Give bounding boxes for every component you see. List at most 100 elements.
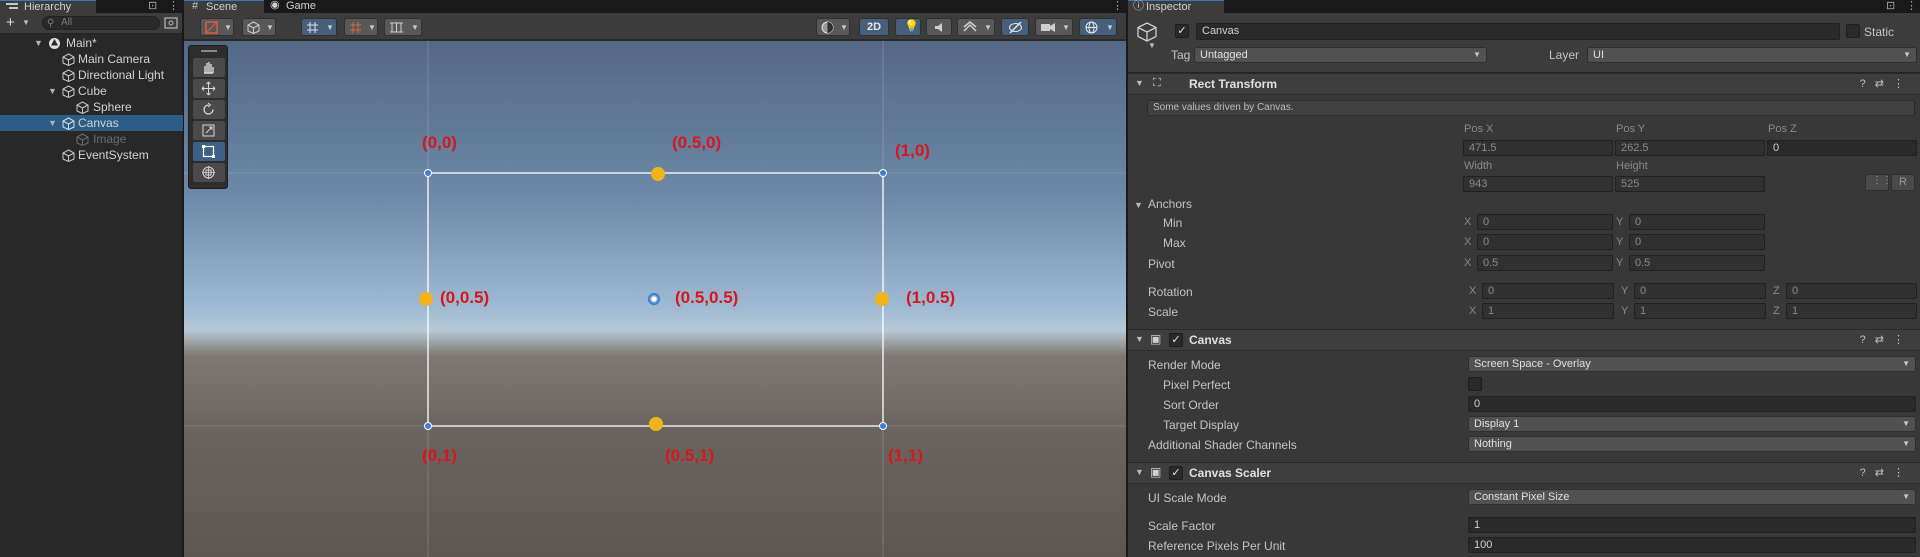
height-field[interactable]: 525 xyxy=(1615,176,1765,192)
tab-game[interactable]: ◉ Game xyxy=(266,0,346,13)
shader-channels-dropdown[interactable]: Nothing ▼ xyxy=(1468,436,1916,452)
scale-tool-button[interactable] xyxy=(193,121,225,140)
transform-tool-button[interactable] xyxy=(193,163,225,182)
rotation-y-field[interactable]: 0 xyxy=(1634,283,1766,299)
fold-arrow-icon[interactable]: ▼ xyxy=(1135,334,1144,344)
target-display-dropdown[interactable]: Display 1 ▼ xyxy=(1468,416,1916,432)
object-name-field[interactable]: Canvas xyxy=(1196,23,1840,40)
more-menu-icon[interactable]: ⋮ xyxy=(1112,0,1123,12)
canvas-component-header[interactable]: ▼ ▣ ✓ Canvas ?⇄⋮ xyxy=(1128,329,1920,351)
tab-inspector[interactable]: ⓘ Inspector xyxy=(1128,0,1224,13)
rect-tool-button[interactable] xyxy=(193,142,225,161)
static-checkbox[interactable] xyxy=(1846,24,1860,38)
fold-arrow-icon[interactable]: ▼ xyxy=(34,35,43,51)
pivot-y-field[interactable]: 0.5 xyxy=(1629,255,1765,271)
anchor-min-x-field[interactable]: 0 xyxy=(1477,214,1613,230)
anchor-max-x-field[interactable]: 0 xyxy=(1477,234,1613,250)
scene-viewport[interactable]: (0,0) (0.5,0) (1,0) (0,0.5) (0.5,0.5) (1… xyxy=(184,41,1126,557)
corner-handle-bottom-right[interactable] xyxy=(879,422,887,430)
sort-order-field[interactable]: 0 xyxy=(1468,396,1916,412)
blueprint-mode-button[interactable]: ⋮⋮ xyxy=(1865,174,1892,191)
search-input[interactable]: ⚲ All xyxy=(42,16,160,30)
corner-handle-top-left[interactable] xyxy=(424,169,432,177)
gizmos-button[interactable]: ▼ xyxy=(1079,18,1117,36)
pos-y-field[interactable]: 262.5 xyxy=(1615,140,1765,156)
edge-handle-top[interactable] xyxy=(651,167,665,181)
rect-transform-header[interactable]: ▼ ⛶ Rect Transform ?⇄⋮ xyxy=(1128,73,1920,95)
tree-item-canvas[interactable]: ▼ Canvas xyxy=(0,115,183,131)
fold-arrow-icon[interactable]: ▼ xyxy=(48,115,57,131)
ui-scale-mode-dropdown[interactable]: Constant Pixel Size ▼ xyxy=(1468,489,1916,505)
effects-toggle[interactable]: ▼ xyxy=(957,18,995,36)
active-checkbox[interactable]: ✓ xyxy=(1175,24,1189,38)
edge-handle-bottom[interactable] xyxy=(649,417,663,431)
more-menu-icon[interactable]: ⋮ xyxy=(168,0,179,12)
move-tool-button[interactable] xyxy=(193,79,225,98)
component-actions[interactable]: ?⇄⋮ xyxy=(1860,466,1913,479)
render-mode-dropdown[interactable]: Screen Space - Overlay ▼ xyxy=(1468,356,1916,372)
palette-drag-handle[interactable] xyxy=(201,50,217,52)
pos-x-field[interactable]: 471.5 xyxy=(1463,140,1613,156)
component-actions[interactable]: ?⇄⋮ xyxy=(1860,77,1913,90)
tag-dropdown[interactable]: Untagged ▼ xyxy=(1194,47,1487,63)
scale-x-field[interactable]: 1 xyxy=(1482,303,1614,319)
scale-y-field[interactable]: 1 xyxy=(1634,303,1766,319)
fold-arrow-icon[interactable]: ▼ xyxy=(48,83,57,99)
rotation-x-field[interactable]: 0 xyxy=(1482,283,1614,299)
pos-z-field[interactable]: 0 xyxy=(1767,140,1917,156)
width-field[interactable]: 943 xyxy=(1463,176,1613,192)
edge-handle-right[interactable] xyxy=(875,292,889,306)
grid-visibility-button[interactable]: ▼ xyxy=(384,18,422,36)
chevron-down-icon[interactable]: ▼ xyxy=(1148,41,1156,50)
fold-arrow-icon[interactable]: ▼ xyxy=(1135,467,1144,477)
audio-toggle[interactable] xyxy=(926,18,952,36)
pivot-x-field[interactable]: 0.5 xyxy=(1477,255,1613,271)
lighting-toggle[interactable]: 💡 xyxy=(895,18,921,36)
draw-mode-button[interactable]: ▼ xyxy=(200,18,234,36)
canvas-enabled-checkbox[interactable]: ✓ xyxy=(1169,333,1183,347)
camera-button[interactable]: ▼ xyxy=(1035,18,1073,36)
mode-2d-button[interactable]: 2D xyxy=(859,18,889,36)
tree-item-main[interactable]: ▼ Main* xyxy=(0,35,183,51)
tree-item-eventsystem[interactable]: EventSystem xyxy=(0,147,183,163)
tab-scene[interactable]: # Scene xyxy=(184,0,264,13)
anchor-max-y-field[interactable]: 0 xyxy=(1629,234,1765,250)
tab-hierarchy[interactable]: Hierarchy xyxy=(0,0,96,13)
tree-item-cube[interactable]: ▼ Cube xyxy=(0,83,183,99)
chevron-down-icon[interactable]: ▼ xyxy=(22,18,30,27)
rotation-z-field[interactable]: 0 xyxy=(1786,283,1917,299)
filter-icon[interactable] xyxy=(164,16,178,30)
lock-icon[interactable]: ⊡ xyxy=(1886,0,1895,12)
grid-snap-button[interactable]: ▼ xyxy=(301,18,337,36)
more-menu-icon[interactable]: ⋮ xyxy=(1906,0,1917,12)
anchor-max-label: Max xyxy=(1163,236,1186,250)
increment-snap-button[interactable]: ▼ xyxy=(344,18,378,36)
pixel-perfect-checkbox[interactable] xyxy=(1468,377,1482,391)
scale-factor-field[interactable]: 1 xyxy=(1468,517,1916,533)
corner-handle-top-right[interactable] xyxy=(879,169,887,177)
raw-edit-button[interactable]: R xyxy=(1891,174,1915,191)
rotate-tool-button[interactable] xyxy=(193,100,225,119)
layer-dropdown[interactable]: UI ▼ xyxy=(1587,47,1917,63)
tree-item-main-camera[interactable]: Main Camera xyxy=(0,51,183,67)
component-actions[interactable]: ?⇄⋮ xyxy=(1860,333,1913,346)
shading-button[interactable]: ▼ xyxy=(816,18,850,36)
edge-handle-left[interactable] xyxy=(419,292,433,306)
ref-ppu-field[interactable]: 100 xyxy=(1468,537,1916,553)
corner-handle-bottom-left[interactable] xyxy=(424,422,432,430)
anchor-min-y-field[interactable]: 0 xyxy=(1629,214,1765,230)
fold-arrow-icon[interactable]: ▼ xyxy=(1134,200,1143,210)
render-mode-button[interactable]: ▼ xyxy=(242,18,276,36)
canvas-scaler-enabled-checkbox[interactable]: ✓ xyxy=(1169,466,1183,480)
scale-z-field[interactable]: 1 xyxy=(1786,303,1917,319)
lock-icon[interactable]: ⊡ xyxy=(148,0,157,12)
visibility-toggle[interactable] xyxy=(1001,18,1029,36)
tree-item-directional-light[interactable]: Directional Light xyxy=(0,67,183,83)
fold-arrow-icon[interactable]: ▼ xyxy=(1135,78,1144,88)
add-button[interactable]: + xyxy=(6,15,15,30)
hand-tool-button[interactable] xyxy=(193,58,225,77)
tree-item-image[interactable]: Image xyxy=(0,131,183,147)
chevron-down-icon: ▼ xyxy=(1902,419,1910,428)
tree-item-sphere[interactable]: Sphere xyxy=(0,99,183,115)
canvas-scaler-header[interactable]: ▼ ▣ ✓ Canvas Scaler ?⇄⋮ xyxy=(1128,462,1920,484)
